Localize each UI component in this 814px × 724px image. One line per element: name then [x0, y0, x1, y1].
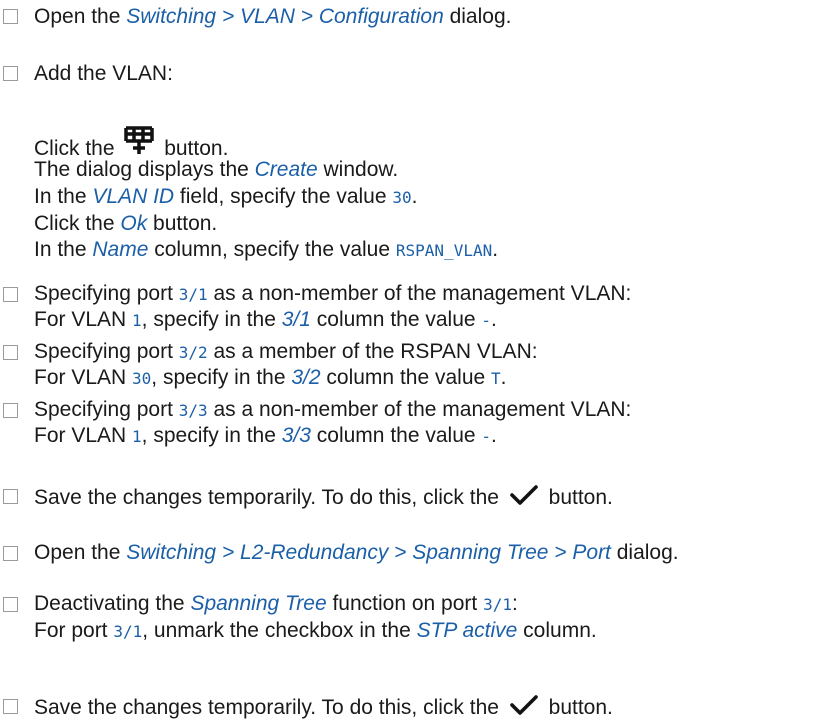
substep-click-ok: Click the Ok button. [34, 212, 218, 235]
step-checkbox-7[interactable] [3, 546, 18, 561]
dialog-path: Switching > L2-Redundancy > Spanning Tre… [126, 541, 611, 564]
checkmark-icon [509, 484, 539, 513]
step-3-line-1: Specifying port 3/1 as a non-member of t… [34, 282, 632, 305]
add-row-icon [122, 122, 156, 161]
step-9: Save the changes temporarily. To do this… [34, 694, 613, 723]
substep-create-window: The dialog displays the Create window. [34, 158, 399, 181]
step-checkbox-6[interactable] [3, 489, 18, 504]
checkmark-icon [509, 694, 539, 723]
step-checkbox-4[interactable] [3, 345, 18, 360]
step-checkbox-9[interactable] [3, 699, 18, 714]
substep-name: In the Name column, specify the value RS… [34, 238, 499, 261]
step-checkbox-1[interactable] [3, 9, 18, 24]
step-2: Add the VLAN: [34, 62, 173, 85]
step-checkbox-8[interactable] [3, 597, 18, 612]
step-4-line-1: Specifying port 3/2 as a member of the R… [34, 340, 538, 363]
step-3-line-2: For VLAN 1, specify in the 3/1 column th… [34, 308, 497, 331]
step-4-line-2: For VLAN 30, specify in the 3/2 column t… [34, 366, 507, 389]
step-checkbox-5[interactable] [3, 403, 18, 418]
step-5-line-2: For VLAN 1, specify in the 3/3 column th… [34, 424, 497, 447]
step-checkbox-3[interactable] [3, 287, 18, 302]
dialog-path: Switching > VLAN > Configuration [126, 5, 444, 28]
step-1: Open the Switching > VLAN > Configuratio… [34, 5, 512, 28]
step-8-line-1: Deactivating the Spanning Tree function … [34, 592, 518, 615]
step-checkbox-2[interactable] [3, 66, 18, 81]
step-5-line-1: Specifying port 3/3 as a non-member of t… [34, 398, 632, 421]
step-7: Open the Switching > L2-Redundancy > Spa… [34, 541, 679, 564]
substep-vlan-id: In the VLAN ID field, specify the value … [34, 185, 418, 208]
step-8-line-2: For port 3/1, unmark the checkbox in the… [34, 619, 597, 642]
step-6: Save the changes temporarily. To do this… [34, 484, 613, 513]
